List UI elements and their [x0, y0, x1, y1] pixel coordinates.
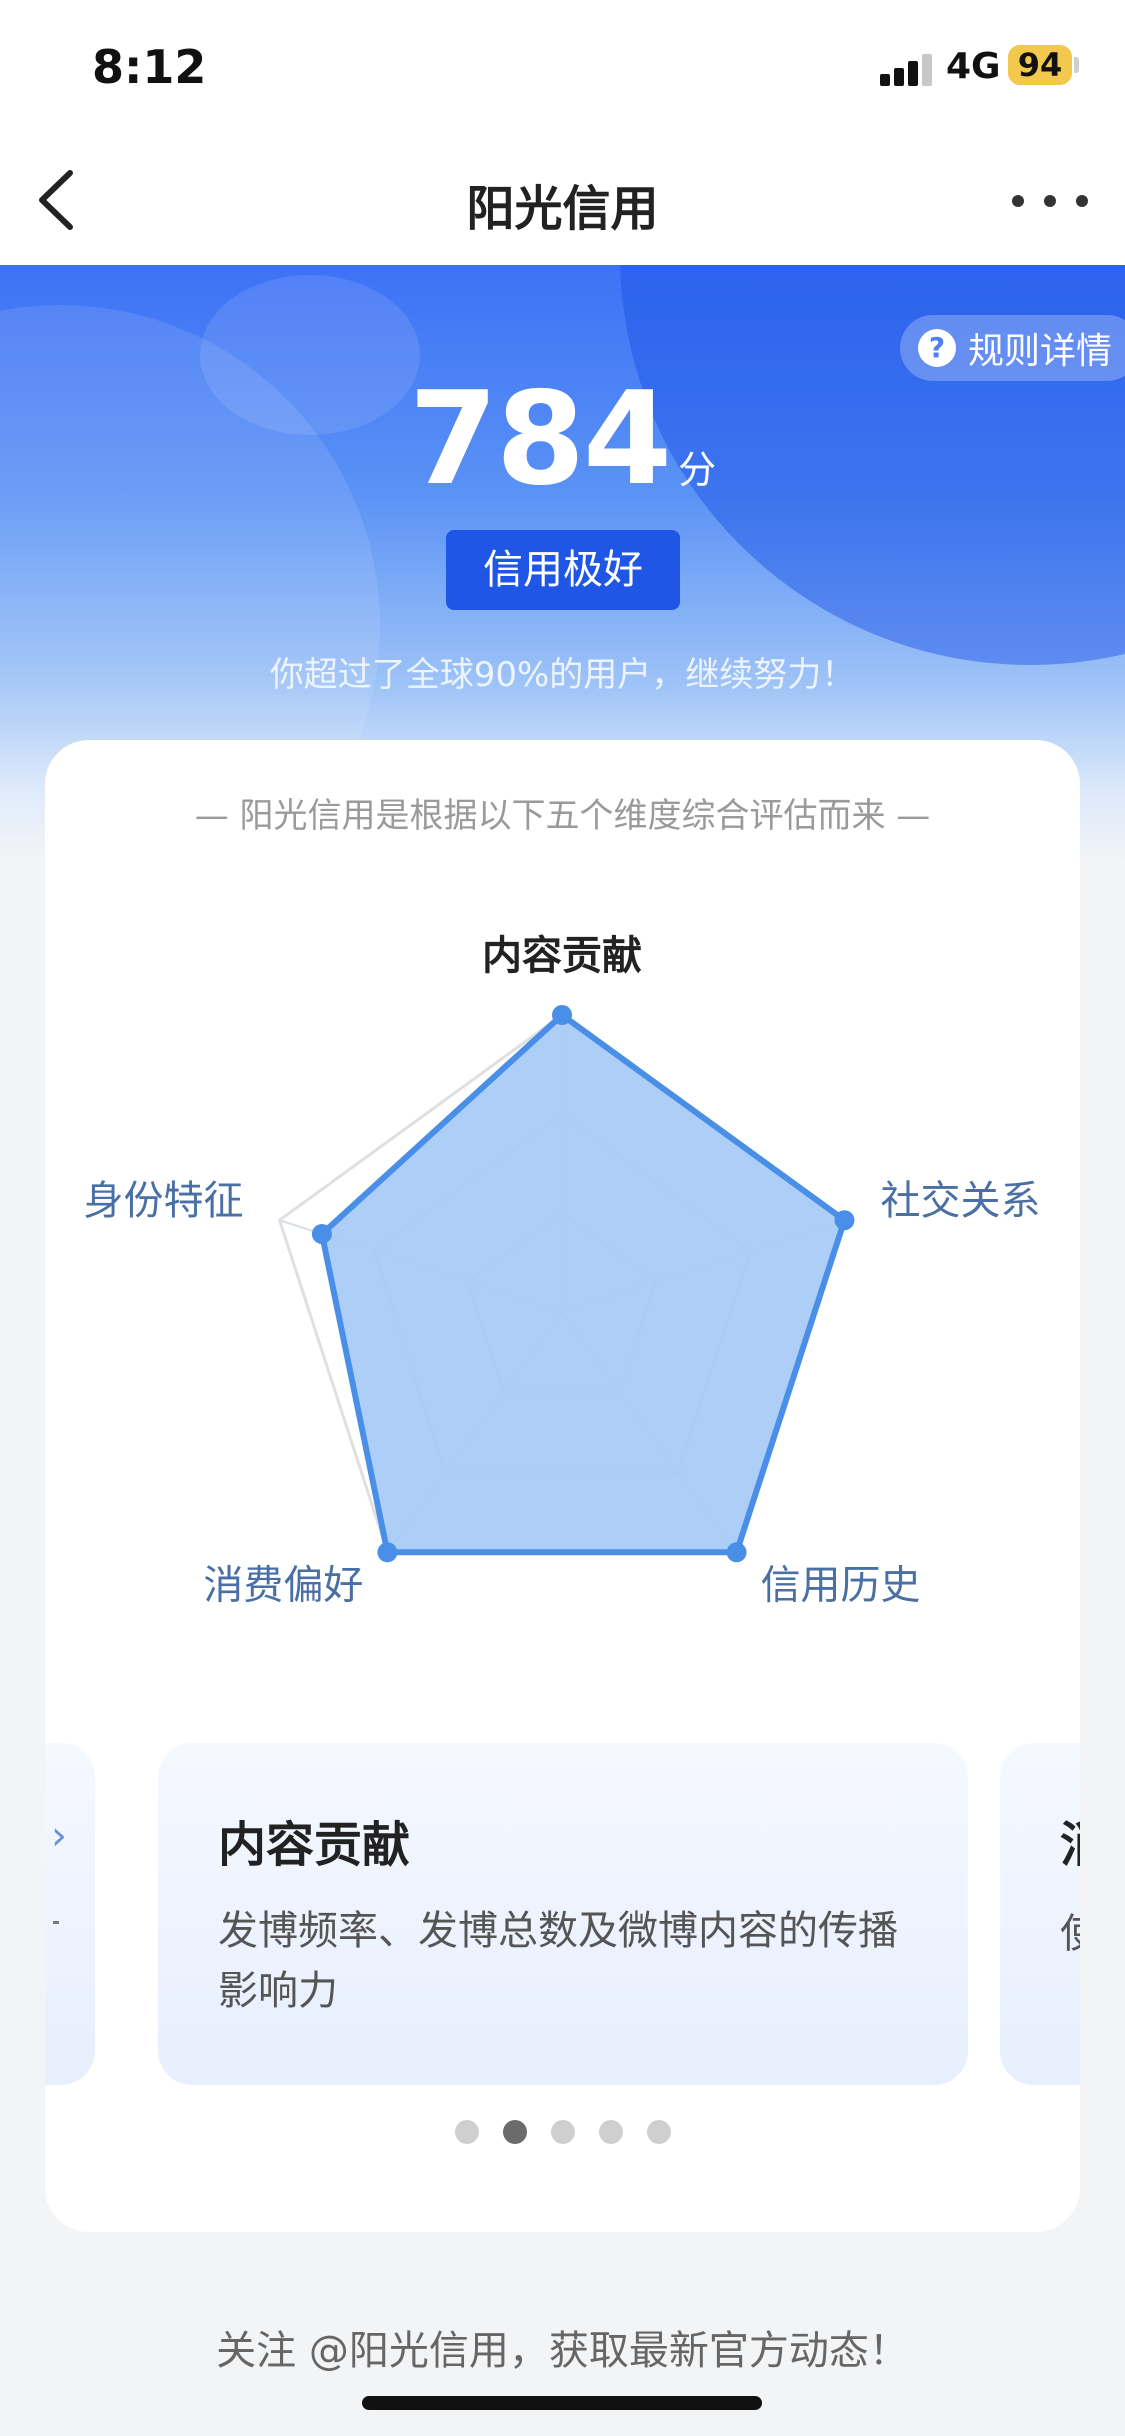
status-bar: 8:12 4G 94	[0, 0, 1125, 135]
dimension-description: 发博频率、发博总数及微博内容的传播影响力	[218, 1908, 898, 2014]
radar-chart: 内容贡献社交关系信用历史 消费偏好 身份特征	[84, 933, 1041, 1608]
signal-icon	[880, 52, 934, 86]
score-unit: 分	[678, 448, 717, 492]
more-dot-icon	[1044, 195, 1056, 207]
credit-score: 784	[408, 365, 672, 514]
radar-point	[552, 1005, 572, 1025]
carousel-card-next[interactable]: 消 使	[1000, 1743, 1080, 2085]
home-indicator	[362, 2396, 762, 2410]
next-dimension-title: 消	[1060, 1805, 1080, 1875]
pagination-dot[interactable]	[454, 2120, 479, 2144]
radar-point	[726, 1542, 747, 1563]
carousel-pagination[interactable]	[45, 2120, 1080, 2144]
radar-point	[834, 1210, 855, 1231]
network-label: 4G	[946, 46, 1001, 87]
rank-text: 你超过了全球90%的用户，继续努力！	[269, 655, 856, 695]
carousel-card-prev[interactable]: ›	[45, 1743, 95, 2085]
radar-series	[311, 1005, 855, 1563]
more-dot-icon	[1076, 195, 1088, 207]
radar-area	[318, 1012, 848, 1556]
radar-axis-label: 社交关系	[880, 1178, 1040, 1224]
more-button[interactable]	[1012, 181, 1088, 221]
pagination-dot[interactable]	[550, 2120, 575, 2144]
pagination-dot[interactable]	[646, 2120, 671, 2144]
nav-bar: 阳光信用	[0, 135, 1125, 265]
prev-card-text-fragment	[53, 1921, 59, 1924]
pagination-dot[interactable]	[598, 2120, 623, 2144]
pagination-dot[interactable]	[502, 2120, 527, 2144]
battery-icon: 94	[1008, 45, 1072, 85]
radar-point	[377, 1542, 398, 1563]
more-dot-icon	[1012, 195, 1024, 207]
battery-tip	[1074, 57, 1079, 73]
radar-axis-label: 信用历史	[761, 1562, 921, 1608]
dimension-title: 内容贡献	[218, 1817, 411, 1873]
radar-axis-label: 内容贡献	[482, 933, 642, 979]
radar-axis-label: 消费偏好	[203, 1562, 363, 1608]
radar-axis-label: 身份特征	[84, 1178, 244, 1224]
credit-level-badge: 信用极好	[446, 530, 680, 610]
dimension-card: — 阳光信用是根据以下五个维度综合评估而来 — 内容贡献 社交关系 信用历史 消费偏好…	[45, 740, 1080, 2232]
carousel-card-current[interactable]: 内容贡献 发博频率、发博总数及微博内容的传播影响力	[158, 1743, 968, 2085]
footer-follow-text[interactable]: 关注 @阳光信用，获取最新官方动态！	[0, 2318, 1125, 2376]
score-display: 784 分	[0, 365, 1125, 514]
chevron-right-icon: ›	[51, 1813, 67, 1859]
radar-point	[311, 1223, 332, 1244]
question-icon: ?	[918, 329, 956, 367]
next-dimension-desc: 使	[1060, 1901, 1080, 1959]
page-title: 阳光信用	[466, 181, 659, 237]
status-time: 8:12	[92, 40, 207, 94]
